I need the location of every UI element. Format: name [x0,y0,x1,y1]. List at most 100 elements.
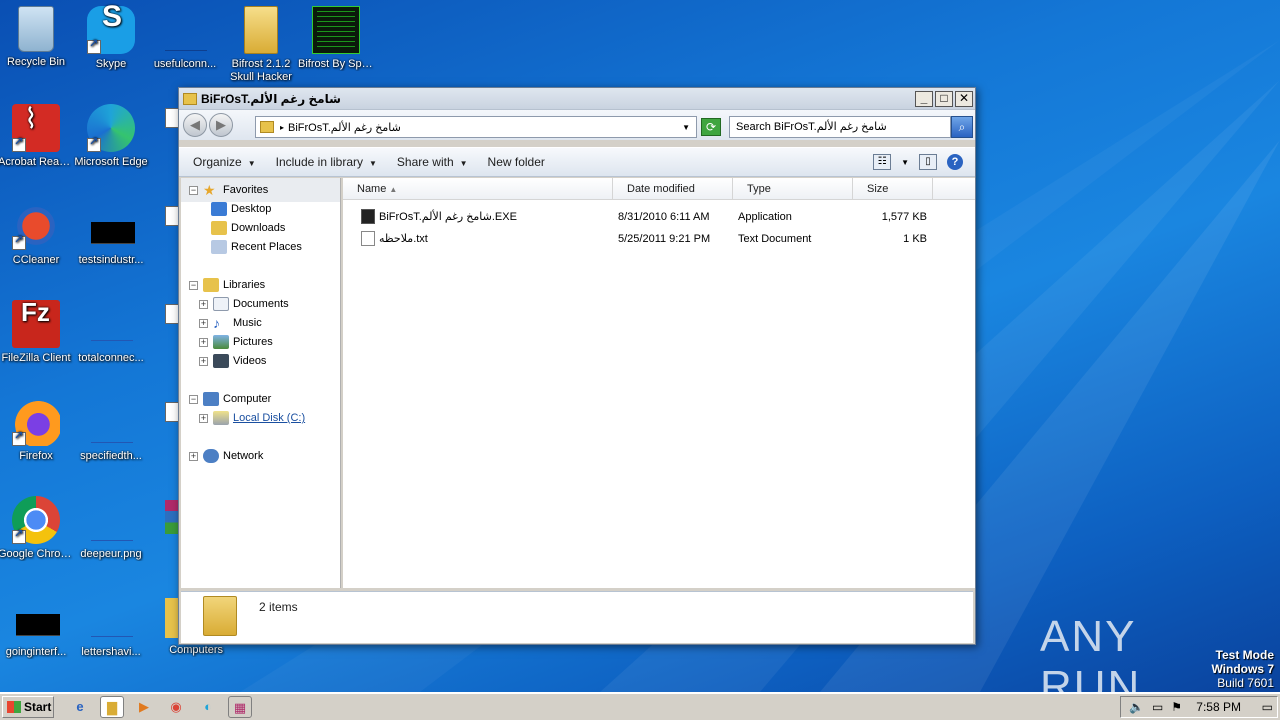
goinginterf-icon[interactable]: goinginterf... [0,594,76,659]
usefulconn-icon[interactable]: usefulconn... [145,6,225,71]
address-text: BiFrOsT.شامخ رغم الألم [288,121,401,134]
refresh-button[interactable]: ⟳ [701,118,721,136]
totalconnec-icon[interactable]: totalconnec... [71,300,151,365]
minimize-button[interactable]: _ [915,90,933,107]
collapse-icon[interactable]: − [189,185,198,195]
edge-taskbar-icon[interactable]: ◐ [196,696,220,718]
view-controls: ☷ ▼ ▯ ? [873,154,963,170]
nav-network[interactable]: + Network [189,447,263,465]
skype-icon[interactable]: S Skype [71,2,151,71]
firefox-icon[interactable]: Firefox [0,398,76,463]
expand-icon[interactable]: + [199,337,208,347]
nav-downloads[interactable]: Downloads [211,219,285,237]
view-options-icon[interactable]: ☷ [873,154,892,170]
search-icon[interactable]: ⌕ [951,116,973,138]
preview-pane-icon[interactable]: ▯ [919,154,937,170]
nav-recent-places[interactable]: Recent Places [211,238,302,256]
sort-up-icon: ▲ [389,185,398,194]
testsindustr-icon[interactable]: testsindustr... [71,202,151,267]
chevron-down-icon[interactable]: ▼ [901,158,909,167]
internet-explorer-icon[interactable]: e [68,696,92,718]
filezilla-icon[interactable]: Fz FileZilla Client [0,299,76,365]
specifiedth-icon[interactable]: specifiedth... [71,398,151,463]
chrome-icon[interactable]: Google Chrome [0,496,76,561]
expand-icon[interactable]: + [199,356,208,366]
close-button[interactable]: ✕ [955,90,973,107]
nav-local-disk[interactable]: + Local Disk (C:) [199,409,305,427]
nav-videos[interactable]: + Videos [199,352,266,370]
desktop-icon [211,202,227,216]
column-date-modified[interactable]: Date modified [613,178,733,200]
winrar-taskbar-icon[interactable]: ▦ [228,696,252,718]
forward-button[interactable]: ▶ [209,113,233,137]
address-bar[interactable]: ▸ BiFrOsT.شامخ رغم الألم ▼ [255,116,697,138]
expand-icon[interactable]: + [199,318,208,328]
column-header-row: Name ▲ Date modified Type Size [343,178,975,200]
back-button[interactable]: ◀ [183,113,207,137]
bifrost-skull-icon[interactable]: Bifrost 2.1.2 Skull Hacker [221,6,301,84]
lettershavi-icon[interactable]: lettershavi... [71,594,151,659]
edge-icon[interactable]: Microsoft Edge [71,104,151,169]
collapse-icon[interactable]: − [189,280,198,290]
bifrost-spy-icon[interactable]: Bifrost By SpY--Hacke... [296,6,376,71]
library-icon [203,278,219,292]
chrome-taskbar-icon[interactable]: ◉ [164,696,188,718]
nav-documents[interactable]: + Documents [199,295,289,313]
nav-label: Downloads [231,222,286,234]
nav-pictures[interactable]: + Pictures [199,333,273,351]
table-row[interactable]: BiFrOsT.شامخ رغم الألم.EXE 8/31/2010 6:1… [343,206,975,228]
help-icon[interactable]: ? [947,154,963,170]
new-folder-button[interactable]: New folder [488,155,545,169]
document-icon [165,206,179,226]
nav-favorites[interactable]: − ★ Favorites [189,181,268,199]
show-desktop-icon[interactable]: ▭ [1262,700,1273,714]
expand-icon[interactable]: + [199,299,208,309]
organize-button[interactable]: Organize ▼ [193,155,256,169]
test-mode-text: Test Mode Windows 7 Build 7601 [1211,648,1274,690]
nav-music[interactable]: + ♪ Music [199,314,262,332]
network-tray-icon[interactable]: ▭ [1152,700,1163,714]
title-bar[interactable]: BiFrOsT.شامخ رغم الألم _ □ ✕ [179,88,975,110]
column-label: Date modified [627,183,695,195]
start-button[interactable]: Start [2,696,54,718]
nav-label: Videos [233,355,267,367]
nav-computer[interactable]: − Computer [189,390,271,408]
table-row[interactable]: ملاحظه.txt 5/25/2011 9:21 PM Text Docume… [343,228,975,250]
desktop-icon-label: lettershavi... [81,646,141,658]
media-player-icon[interactable]: ▶ [132,696,156,718]
desktop-icon-label: deepeur.png [80,548,142,560]
expand-icon[interactable]: + [189,451,198,461]
clock[interactable]: 7:58 PM [1196,700,1241,714]
nav-label: Music [233,317,262,329]
collapse-icon[interactable]: − [189,394,198,404]
volume-icon[interactable]: 🔈 [1129,700,1144,714]
share-with-button[interactable]: Share with ▼ [397,155,468,169]
ccleaner-icon[interactable]: CCleaner [0,202,76,267]
windows-logo-icon [7,701,21,713]
column-size[interactable]: Size [853,178,933,200]
navigation-pane[interactable]: − ★ Favorites Desktop Downloads Recent P… [181,178,341,588]
expand-icon[interactable]: + [199,413,208,423]
action-center-icon[interactable]: ⚑ [1171,700,1182,714]
search-input[interactable]: Search BiFrOsT.شامخ رغم الألم [729,116,951,138]
deepeur-icon[interactable]: deepeur.png [71,496,151,561]
recycle-bin-icon[interactable]: Recycle Bin [0,6,76,69]
folder-icon [260,121,274,133]
chevron-down-icon[interactable]: ▼ [682,123,690,132]
explorer-taskbar-icon[interactable]: ▇ [100,696,124,718]
filezilla-logo-icon: Fz [12,299,60,348]
nav-label: Libraries [223,279,266,291]
file-list[interactable]: Name ▲ Date modified Type Size BiFrOsT.ش… [343,178,975,588]
column-label: Size [867,183,889,195]
edge-logo-icon [87,104,135,152]
windows-version-line: Windows 7 [1211,662,1274,676]
acrobat-reader-icon[interactable]: ⌇ Acrobat Reader DC [0,104,76,169]
network-icon [203,449,219,463]
nav-desktop[interactable]: Desktop [211,200,271,218]
maximize-button[interactable]: □ [935,90,953,107]
nav-libraries[interactable]: − Libraries [189,276,265,294]
explorer-window[interactable]: BiFrOsT.شامخ رغم الألم _ □ ✕ ◀ ▶ ▸ BiFrO… [178,87,976,645]
include-in-library-button[interactable]: Include in library ▼ [276,155,377,169]
column-type[interactable]: Type [733,178,853,200]
column-name[interactable]: Name ▲ [343,178,613,200]
